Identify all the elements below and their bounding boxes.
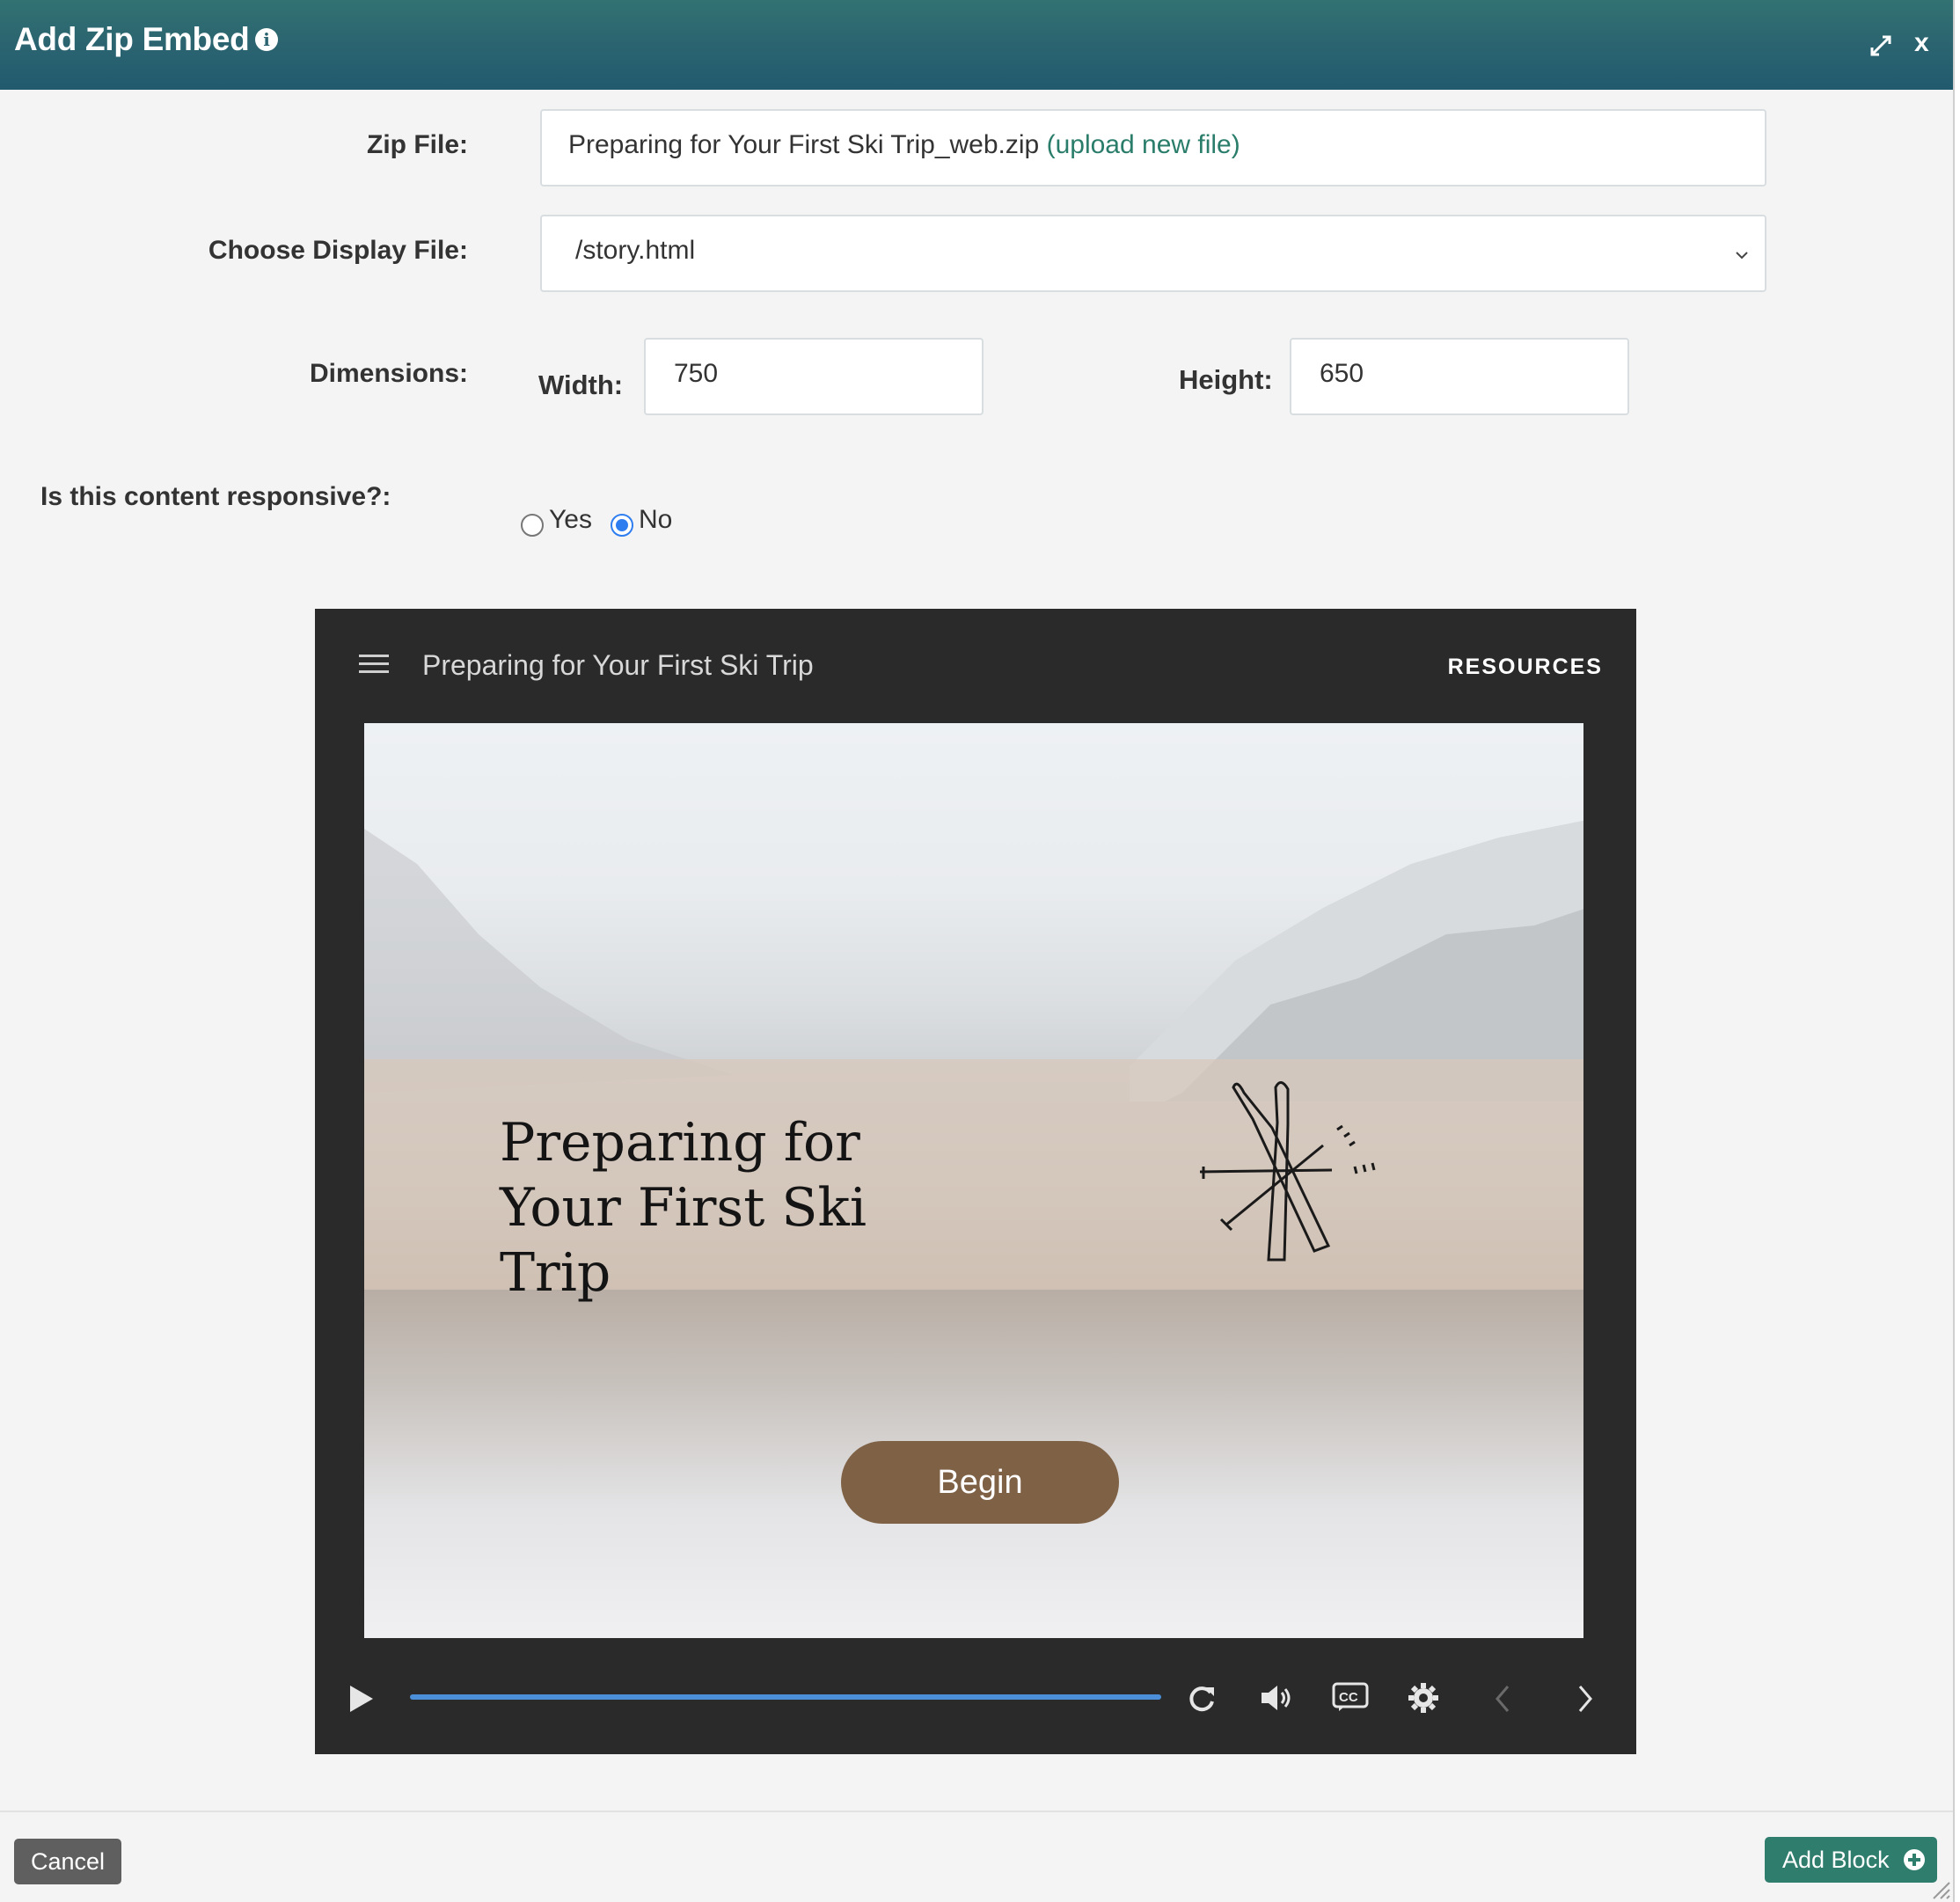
- display-file-label: Choose Display File:: [208, 236, 468, 265]
- embed-preview-player: Preparing for Your First Ski Trip RESOUR…: [315, 609, 1636, 1754]
- responsive-yes-label[interactable]: Yes: [549, 505, 592, 535]
- height-input[interactable]: 650: [1290, 338, 1629, 415]
- responsive-no-radio[interactable]: [611, 514, 633, 537]
- expand-icon[interactable]: [1869, 33, 1893, 58]
- play-icon[interactable]: [348, 1684, 375, 1714]
- dialog-title: Add Zip Embed: [14, 21, 250, 57]
- dialog-header: Add Zip Embed i x: [0, 0, 1953, 90]
- slide-stage: Preparing for Your First Ski Trip Begin: [364, 723, 1583, 1638]
- previous-slide-icon[interactable]: [1494, 1684, 1511, 1714]
- height-label: Height:: [1179, 364, 1273, 395]
- upload-new-file-link[interactable]: (upload new file): [1047, 130, 1240, 159]
- begin-button[interactable]: Begin: [841, 1441, 1119, 1524]
- volume-icon[interactable]: [1260, 1684, 1291, 1712]
- width-label: Width:: [538, 369, 624, 400]
- hamburger-menu-icon[interactable]: [359, 655, 389, 676]
- skis-icon: [1199, 1081, 1376, 1262]
- responsive-label: Is this content responsive?:: [40, 482, 391, 511]
- resize-grip-icon[interactable]: [1928, 1877, 1951, 1900]
- responsive-no-label[interactable]: No: [639, 505, 672, 535]
- display-file-select[interactable]: /story.html: [540, 215, 1766, 292]
- zip-file-value: Preparing for Your First Ski Trip_web.zi…: [568, 130, 1240, 160]
- add-zip-embed-dialog: Add Zip Embed i x Zip File: Preparing fo…: [0, 0, 1955, 1902]
- add-block-button[interactable]: Add Block: [1765, 1837, 1937, 1883]
- next-slide-icon[interactable]: [1576, 1684, 1594, 1714]
- zip-file-label: Zip File:: [367, 130, 468, 159]
- svg-text:CC: CC: [1339, 1690, 1358, 1705]
- display-file-selected: /story.html: [575, 236, 696, 265]
- dialog-footer: Cancel Add Block: [0, 1811, 1953, 1902]
- responsive-yes-radio[interactable]: [521, 514, 544, 537]
- plus-circle-icon: [1904, 1849, 1925, 1870]
- player-title: Preparing for Your First Ski Trip: [422, 649, 814, 681]
- replay-icon[interactable]: [1188, 1682, 1218, 1714]
- resources-button[interactable]: RESOURCES: [1448, 655, 1603, 680]
- zip-file-field: Preparing for Your First Ski Trip_web.zi…: [540, 109, 1766, 187]
- dimensions-label: Dimensions:: [309, 359, 468, 388]
- chevron-down-icon: [1736, 252, 1748, 260]
- info-icon[interactable]: i: [255, 28, 278, 51]
- height-value: 650: [1320, 359, 1364, 388]
- snowy-tree-image: [364, 829, 734, 1093]
- slide-title: Preparing for Your First Ski Trip: [500, 1112, 867, 1304]
- zip-file-name: Preparing for Your First Ski Trip_web.zi…: [568, 130, 1040, 159]
- mountain-background-image: [1130, 820, 1583, 1101]
- width-value: 750: [674, 359, 719, 388]
- closed-captions-icon[interactable]: CC: [1332, 1682, 1369, 1712]
- add-block-label: Add Block: [1782, 1847, 1890, 1873]
- progress-bar[interactable]: [410, 1694, 1161, 1700]
- cancel-button[interactable]: Cancel: [14, 1839, 121, 1884]
- settings-gear-icon[interactable]: [1408, 1682, 1439, 1714]
- close-button[interactable]: x: [1914, 30, 1929, 56]
- width-input[interactable]: 750: [644, 338, 984, 415]
